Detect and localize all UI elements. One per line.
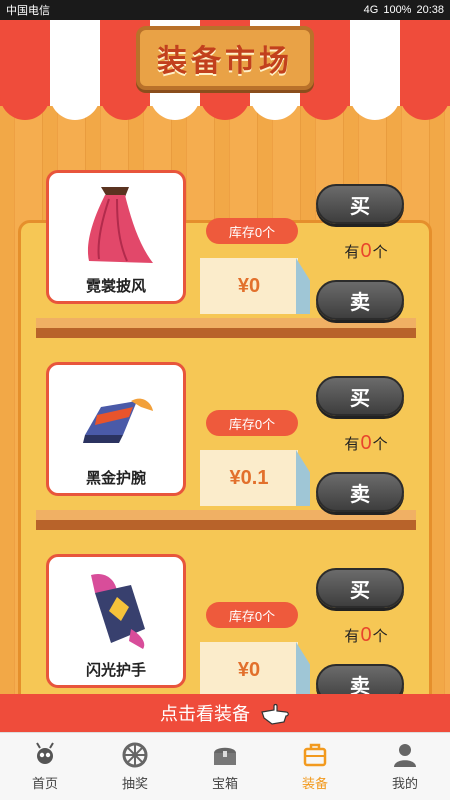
item-card[interactable]: 闪光护手: [46, 554, 186, 688]
owned-count: 有 0 个: [344, 240, 388, 262]
sell-button[interactable]: 卖: [316, 280, 404, 320]
tab-lottery[interactable]: 抽奖: [90, 733, 180, 800]
price-tag: ¥0: [200, 642, 310, 698]
signal-label: 4G: [363, 4, 379, 16]
item-card[interactable]: 霓裳披风: [46, 170, 186, 304]
bottom-tab-bar: 首页 抽奖 宝箱 装备 我的: [0, 732, 450, 800]
price-tag: ¥0: [200, 258, 310, 314]
item-card[interactable]: 黑金护腕: [46, 362, 186, 496]
chest-icon: [214, 747, 236, 765]
wheel-icon: [122, 742, 148, 768]
cape-icon: [87, 187, 153, 263]
bracer-icon: [83, 398, 153, 443]
owned-number: 0: [360, 624, 372, 646]
tab-label: 首页: [31, 776, 58, 791]
sell-button[interactable]: 卖: [316, 472, 404, 512]
item-row: 黑金护腕 库存0个 ¥0.1 买 有 0 个 卖: [0, 362, 450, 552]
tab-home[interactable]: 首页: [0, 733, 90, 800]
tab-label: 宝箱: [211, 776, 238, 791]
stock-badge: 库存0个: [206, 410, 298, 436]
tab-equipment[interactable]: 装备: [270, 733, 360, 800]
user-icon: [394, 744, 416, 767]
tab-profile[interactable]: 我的: [360, 733, 450, 800]
pointing-hand-icon: [261, 703, 289, 725]
owned-number: 0: [360, 432, 372, 454]
ant-icon: [36, 742, 54, 764]
cta-label: 点击看装备: [160, 704, 250, 724]
tab-label: 抽奖: [121, 776, 148, 791]
item-name: 黑金护腕: [85, 470, 146, 487]
gauntlet-icon: [91, 573, 145, 649]
item-row: 霓裳披风 库存0个 ¥0 买 有 0 个 卖: [0, 170, 450, 360]
owned-count: 有 0 个: [344, 624, 388, 646]
price-value: ¥0.1: [200, 450, 298, 506]
price-value: ¥0: [200, 642, 298, 698]
status-bar: 中国电信 4G 100% 20:38: [0, 0, 450, 20]
item-name: 闪光护手: [85, 662, 146, 679]
buy-button[interactable]: 买: [316, 376, 404, 416]
tab-chest[interactable]: 宝箱: [180, 733, 270, 800]
buy-button[interactable]: 买: [316, 184, 404, 224]
stock-badge: 库存0个: [206, 602, 298, 628]
briefcase-icon: [303, 743, 327, 767]
price-tag: ¥0.1: [200, 450, 310, 506]
buy-button[interactable]: 买: [316, 568, 404, 608]
tab-label: 我的: [391, 776, 418, 791]
item-name: 霓裳披风: [85, 278, 146, 295]
view-equipment-banner[interactable]: 点击看装备: [0, 694, 450, 732]
stock-badge: 库存0个: [206, 218, 298, 244]
price-value: ¥0: [200, 258, 298, 314]
owned-count: 有 0 个: [344, 432, 388, 454]
battery-label: 100%: [383, 4, 412, 16]
tab-label: 装备: [301, 776, 328, 791]
time-label: 20:38: [416, 4, 444, 16]
page-title: 装备市场: [136, 26, 314, 90]
owned-number: 0: [360, 240, 372, 262]
carrier-label: 中国电信: [6, 5, 50, 17]
